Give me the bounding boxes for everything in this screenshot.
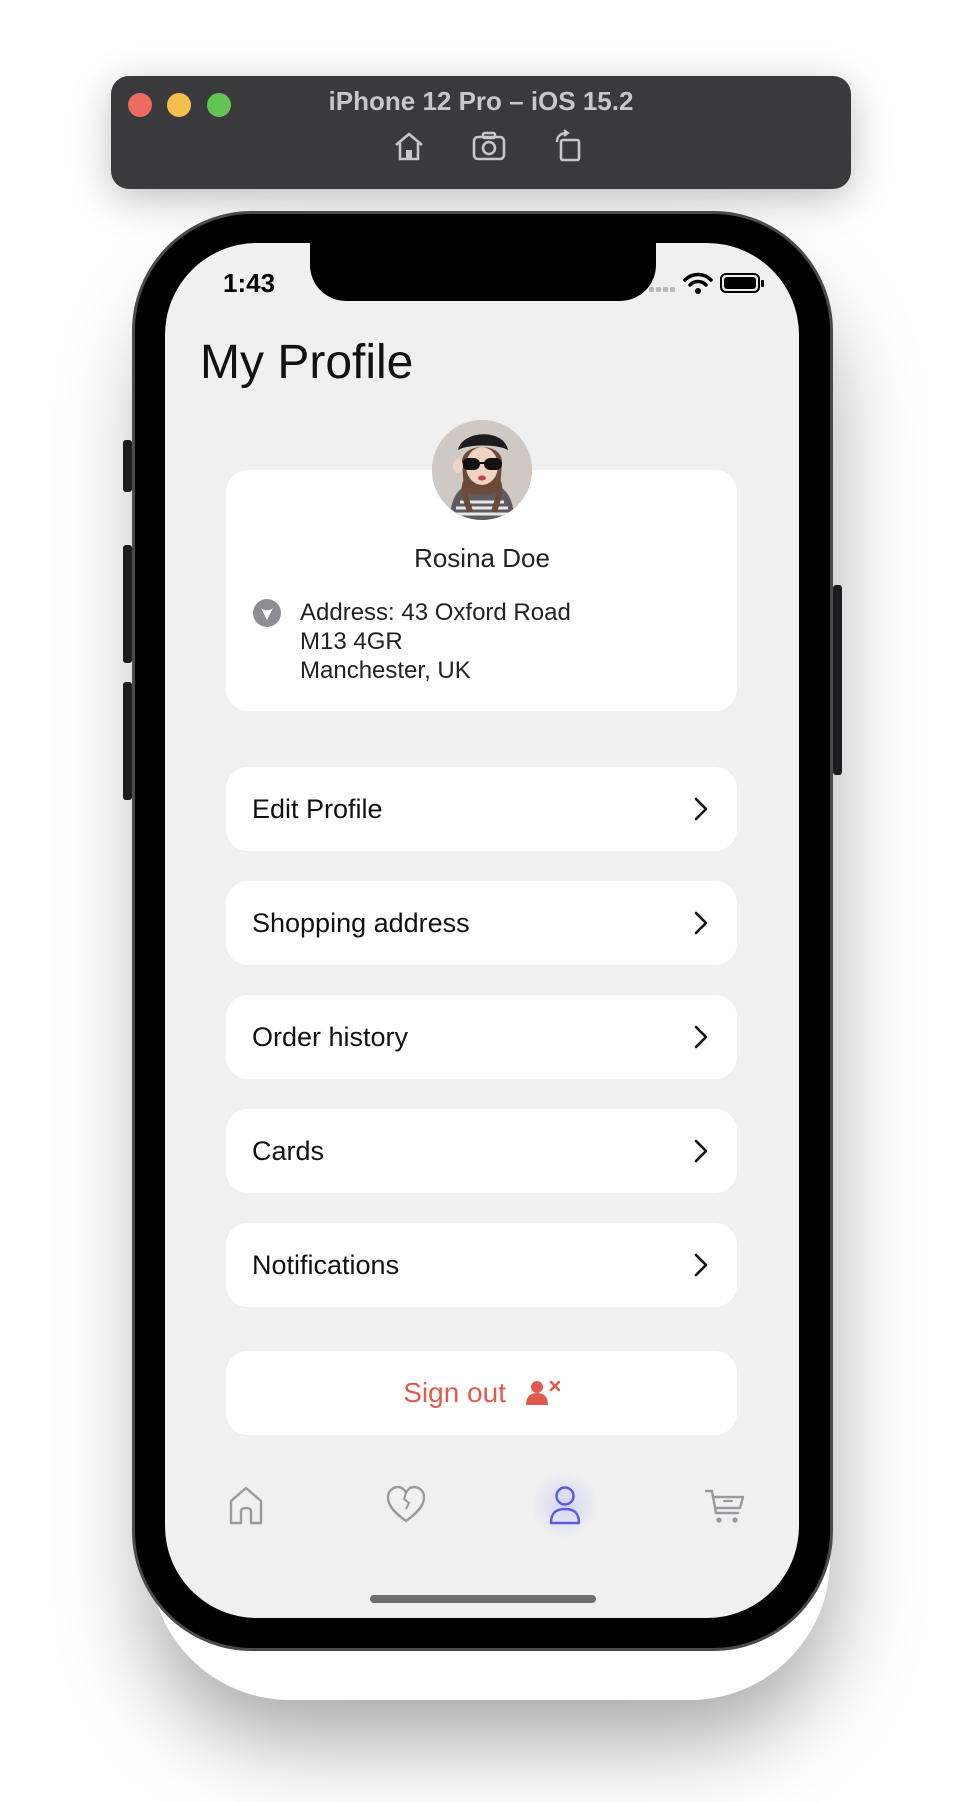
avatar[interactable]	[432, 420, 532, 520]
home-icon[interactable]	[391, 128, 427, 164]
cellular-signal-icon	[649, 287, 675, 292]
menu-item-label: Notifications	[252, 1250, 400, 1280]
tab-profile[interactable]	[531, 1471, 599, 1539]
heart-icon[interactable]	[384, 1483, 428, 1527]
menu-item-label: Cards	[252, 1136, 325, 1166]
status-icons	[649, 272, 764, 294]
chevron-right-icon	[694, 1253, 708, 1277]
wifi-icon	[683, 272, 713, 294]
sign-out-content: Sign out	[226, 1351, 737, 1435]
notch	[310, 243, 656, 301]
profile-icon	[549, 1486, 581, 1525]
chevron-right-icon	[694, 1025, 708, 1049]
app-screen: 1:43 My Profile Rosina Doe Address: 43 O…	[165, 243, 799, 1618]
menu-item-edit-profile[interactable]: Edit Profile	[226, 767, 737, 851]
chevron-right-icon	[694, 797, 708, 821]
rotate-icon[interactable]	[551, 128, 587, 164]
simulator-title: iPhone 12 Pro – iOS 15.2	[328, 86, 634, 116]
menu-item-shopping-address[interactable]: Shopping address	[226, 881, 737, 965]
chevron-right-icon	[694, 1139, 708, 1163]
silent-switch	[123, 440, 132, 492]
volume-up-button	[123, 545, 132, 663]
sign-out-label: Sign out	[403, 1377, 506, 1408]
menu-item-label: Edit Profile	[252, 794, 383, 824]
page-title: My Profile	[200, 336, 414, 389]
battery-icon	[720, 273, 764, 293]
profile-name: Rosina Doe	[414, 543, 550, 573]
menu-item-label: Shopping address	[252, 908, 470, 938]
screenshot-icon[interactable]	[471, 128, 507, 164]
home-indicator[interactable]	[370, 1595, 596, 1603]
remove-user-icon	[525, 1380, 560, 1405]
address-block: Address: 43 Oxford Road M13 4GR Manchest…	[300, 598, 571, 685]
location-icon	[253, 599, 281, 627]
power-button	[833, 585, 842, 775]
address-line-2: M13 4GR	[300, 628, 403, 655]
home-icon[interactable]	[224, 1483, 268, 1527]
sign-out-button[interactable]: Sign out	[226, 1351, 737, 1435]
simulator-toolbar: iPhone 12 Pro – iOS 15.2	[111, 76, 851, 189]
chevron-right-icon	[694, 911, 708, 935]
menu-item-cards[interactable]: Cards	[226, 1109, 737, 1193]
menu-item-order-history[interactable]: Order history	[226, 995, 737, 1079]
menu-item-label: Order history	[252, 1022, 409, 1052]
cart-icon[interactable]	[703, 1483, 747, 1527]
status-time: 1:43	[223, 268, 276, 298]
address-line-3: Manchester, UK	[300, 657, 471, 684]
address-line-1: Address: 43 Oxford Road	[300, 599, 571, 626]
volume-down-button	[123, 682, 132, 800]
menu-item-notifications[interactable]: Notifications	[226, 1223, 737, 1307]
